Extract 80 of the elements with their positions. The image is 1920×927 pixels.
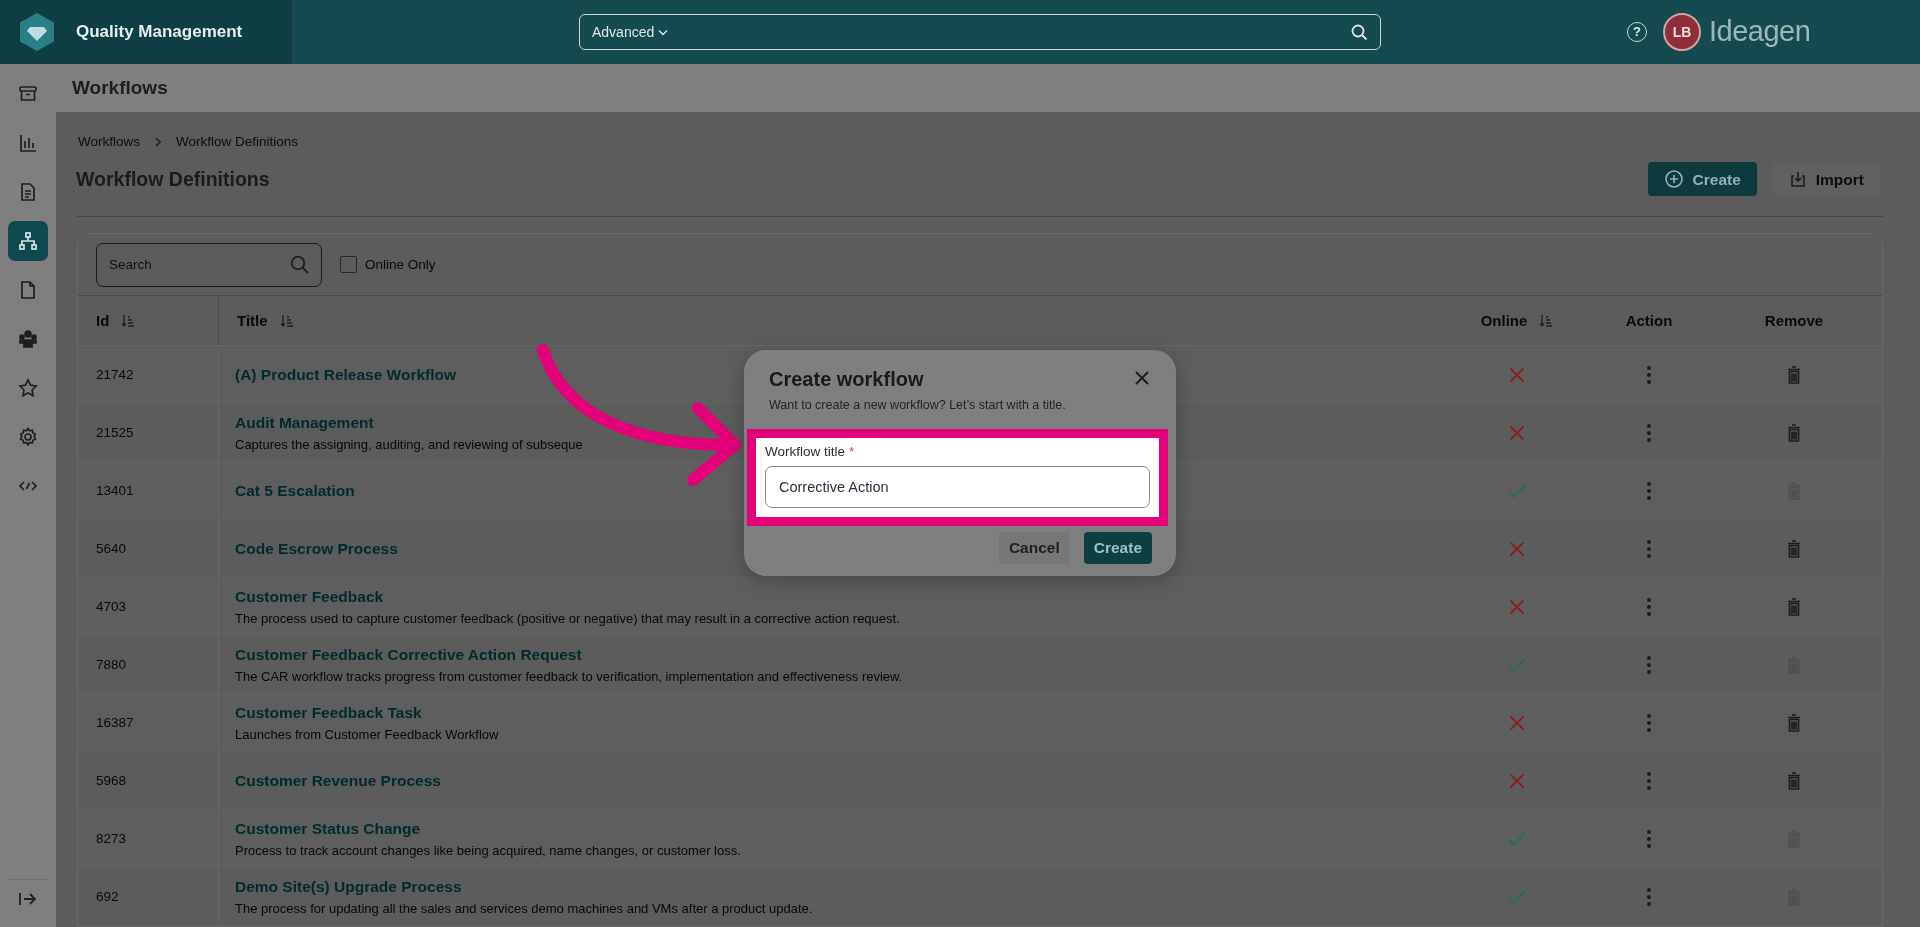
column-header: Id [96, 310, 110, 331]
kebab-menu-icon[interactable] [1646, 828, 1652, 849]
id-cell-text: 21525 [96, 423, 134, 442]
plus-circle-icon [1663, 169, 1684, 190]
id-cell-text: 13401 [96, 481, 134, 500]
module-title: Workflows [72, 75, 168, 100]
search-bar[interactable]: Advanced [579, 14, 1381, 50]
page-title: Workflow Definitions [76, 166, 270, 192]
breadcrumb-current: Workflow Definitions [176, 133, 299, 151]
kebab-menu-icon[interactable] [1646, 422, 1652, 443]
workflow-description: The process used to capture customer feedback (positive or negative) that may result in a corrective action request. [235, 609, 900, 628]
gem-logo-icon [18, 12, 56, 52]
chevron-down-icon[interactable] [658, 28, 669, 36]
kebab-menu-icon[interactable] [1646, 480, 1652, 501]
import-icon [1788, 170, 1807, 189]
trash-icon[interactable] [1787, 713, 1801, 732]
column-header: Remove [1764, 310, 1824, 331]
expand-sidebar-icon[interactable] [18, 891, 38, 907]
kebab-menu-icon[interactable] [1646, 886, 1652, 907]
id-cell-text: 5968 [96, 771, 127, 790]
search-scope-dropdown[interactable]: Advanced [592, 21, 669, 43]
column-header: Title [237, 310, 268, 331]
required-mark: * [849, 442, 855, 461]
workflow-description: Process to track account changes like being acquired, name changes, or customer loss. [235, 841, 741, 860]
id-cell-text: 4703 [96, 597, 127, 616]
id-cell-text: 7880 [96, 655, 127, 674]
trash-icon[interactable] [1787, 423, 1801, 442]
id-cell-text: 5640 [96, 539, 127, 558]
trash-icon[interactable] [1787, 365, 1801, 384]
kebab-menu-icon[interactable] [1646, 364, 1652, 385]
workflow-title-link[interactable]: Customer Feedback Task [235, 701, 422, 725]
workflow-title-link[interactable]: Audit Management [235, 411, 374, 435]
user-avatar[interactable]: LB [1663, 13, 1701, 51]
kebab-menu-icon[interactable] [1646, 770, 1652, 791]
id-cell-text: 692 [96, 887, 119, 906]
company-logo: Ideagen [1709, 14, 1811, 50]
workflow-description: The CAR workflow tracks progress from customer feedback to verification, implementation and effectiveness review. [235, 667, 903, 686]
sort-icon[interactable] [279, 313, 294, 328]
import-button[interactable]: Import [1772, 162, 1880, 197]
workflow-title-link[interactable]: Customer Revenue Process [235, 769, 441, 793]
search-icon[interactable] [1351, 23, 1368, 41]
workflow-title-field[interactable]: Corrective Action [765, 466, 1150, 508]
workflow-title-link[interactable]: Customer Feedback [235, 585, 384, 609]
trash-icon[interactable] [1787, 539, 1801, 558]
create-button[interactable]: Create [1083, 532, 1152, 564]
workflow-title-link[interactable]: Cat 5 Escalation [235, 479, 355, 503]
id-cell-text: 21742 [96, 365, 134, 384]
app-title: Quality Management [76, 21, 243, 44]
cancel-button[interactable]: Cancel [998, 532, 1070, 564]
trash-icon[interactable] [1787, 597, 1801, 616]
workflow-description: Captures the assigning, auditing, and reviewing of subseque [235, 435, 583, 454]
workflow-title-link[interactable]: Customer Status Change [235, 817, 421, 841]
dialog-subtitle: Want to create a new workflow? Let’s start with a title. [769, 397, 1067, 414]
dialog-title: Create workflow [769, 367, 925, 392]
kebab-menu-icon[interactable] [1646, 538, 1652, 559]
kebab-menu-icon[interactable] [1646, 654, 1652, 675]
sort-icon[interactable] [1539, 313, 1554, 328]
kebab-menu-icon[interactable] [1646, 712, 1652, 733]
hierarchy-icon[interactable] [8, 221, 48, 261]
column-header: Online [1480, 310, 1528, 331]
kebab-menu-icon[interactable] [1646, 596, 1652, 617]
search-field[interactable]: Search [96, 242, 322, 287]
checkbox-label: Online Only [365, 255, 436, 274]
trash-icon[interactable] [1787, 771, 1801, 790]
workflow-title-link[interactable]: Code Escrow Process [235, 537, 398, 561]
workflow-title-link[interactable]: Demo Site(s) Upgrade Process [235, 875, 462, 899]
close-icon[interactable] [1134, 370, 1150, 386]
workflow-description: Launches from Customer Feedback Workflow [235, 725, 499, 744]
id-cell-text: 8273 [96, 829, 127, 848]
id-cell-text: 16387 [96, 713, 134, 732]
column-header: Action [1625, 310, 1673, 331]
workflow-title-link[interactable]: (A) Product Release Workflow [235, 363, 457, 387]
create-button[interactable]: Create [1647, 162, 1757, 197]
workflow-title-link[interactable]: Customer Feedback Corrective Action Request [235, 643, 582, 667]
checkbox[interactable] [340, 256, 357, 274]
sort-icon[interactable] [121, 313, 136, 328]
field-label: Workflow title [765, 442, 846, 461]
breadcrumb-link[interactable]: Workflows [78, 132, 140, 153]
chevron-icon [154, 137, 162, 148]
workflow-description: The process for updating all the sales and services demo machines and VMs after a product update. [235, 899, 813, 918]
